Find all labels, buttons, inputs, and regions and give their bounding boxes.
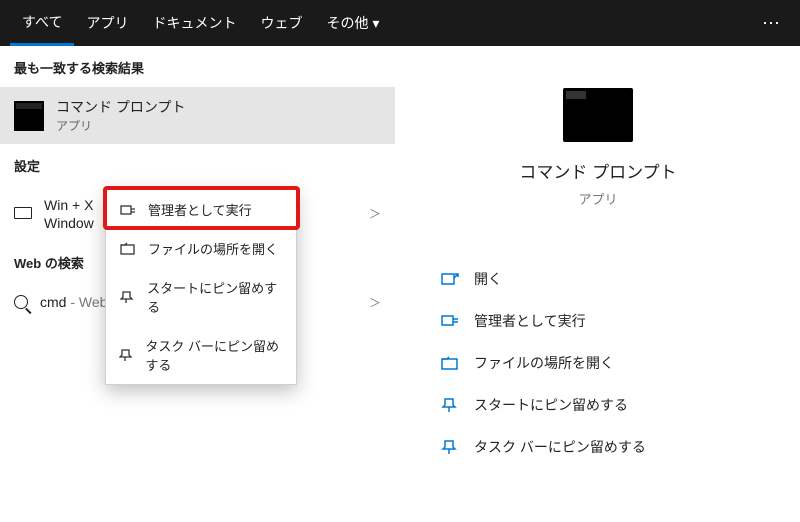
results-panel: 最も一致する検索結果 コマンド プロンプト アプリ 設定 Win + X を W… <box>0 46 396 522</box>
overflow-menu-button[interactable]: ⋯ <box>752 13 790 34</box>
command-prompt-icon-large <box>563 88 633 142</box>
search-filter-tabs: すべて アプリ ドキュメント ウェブ その他 ▾ ⋯ <box>0 0 800 46</box>
pin-icon <box>440 439 460 455</box>
tab-documents[interactable]: ドキュメント <box>140 0 248 46</box>
ctx-pin-to-taskbar[interactable]: タスク バーにピン留めする <box>106 326 296 384</box>
action-pin-to-taskbar[interactable]: タスク バーにピン留めする <box>436 426 760 468</box>
tab-all[interactable]: すべて <box>10 0 74 46</box>
tab-more[interactable]: その他 ▾ <box>314 0 391 46</box>
context-menu: 管理者として実行 ファイルの場所を開く スタートにピン留めする タスク バーにピ… <box>105 189 297 385</box>
detail-panel: コマンド プロンプト アプリ 開く 管理者として実行 ファイルの場所を開く <box>396 46 800 522</box>
detail-subtitle: アプリ <box>396 189 800 208</box>
tab-apps[interactable]: アプリ <box>74 0 140 46</box>
chevron-right-icon: ＞ <box>369 205 381 222</box>
pin-icon <box>440 397 460 413</box>
section-header-best-match: 最も一致する検索結果 <box>0 46 395 87</box>
pin-icon <box>118 347 135 363</box>
result-subtitle: アプリ <box>56 117 185 134</box>
ctx-pin-to-start[interactable]: スタートにピン留めする <box>106 268 296 326</box>
detail-title: コマンド プロンプト <box>396 158 800 183</box>
section-header-settings: 設定 <box>0 144 395 185</box>
best-match-result[interactable]: コマンド プロンプト アプリ <box>0 87 395 144</box>
ctx-open-file-location[interactable]: ファイルの場所を開く <box>106 229 296 268</box>
folder-icon <box>440 355 460 371</box>
search-icon <box>14 295 28 309</box>
chevron-right-icon: ＞ <box>369 294 381 311</box>
tab-web[interactable]: ウェブ <box>248 0 314 46</box>
action-pin-to-start[interactable]: スタートにピン留めする <box>436 384 760 426</box>
admin-shield-icon <box>118 202 138 218</box>
pin-icon <box>118 289 137 305</box>
ctx-run-as-admin[interactable]: 管理者として実行 <box>106 190 296 229</box>
action-open-file-location[interactable]: ファイルの場所を開く <box>436 342 760 384</box>
action-run-as-admin[interactable]: 管理者として実行 <box>436 300 760 342</box>
command-prompt-icon <box>14 101 44 131</box>
result-title: コマンド プロンプト <box>56 97 185 117</box>
action-open[interactable]: 開く <box>436 258 760 300</box>
chevron-down-icon: ▾ <box>372 15 379 32</box>
settings-icon <box>14 207 32 219</box>
open-icon <box>440 271 460 287</box>
folder-icon <box>118 241 138 257</box>
admin-shield-icon <box>440 313 460 329</box>
